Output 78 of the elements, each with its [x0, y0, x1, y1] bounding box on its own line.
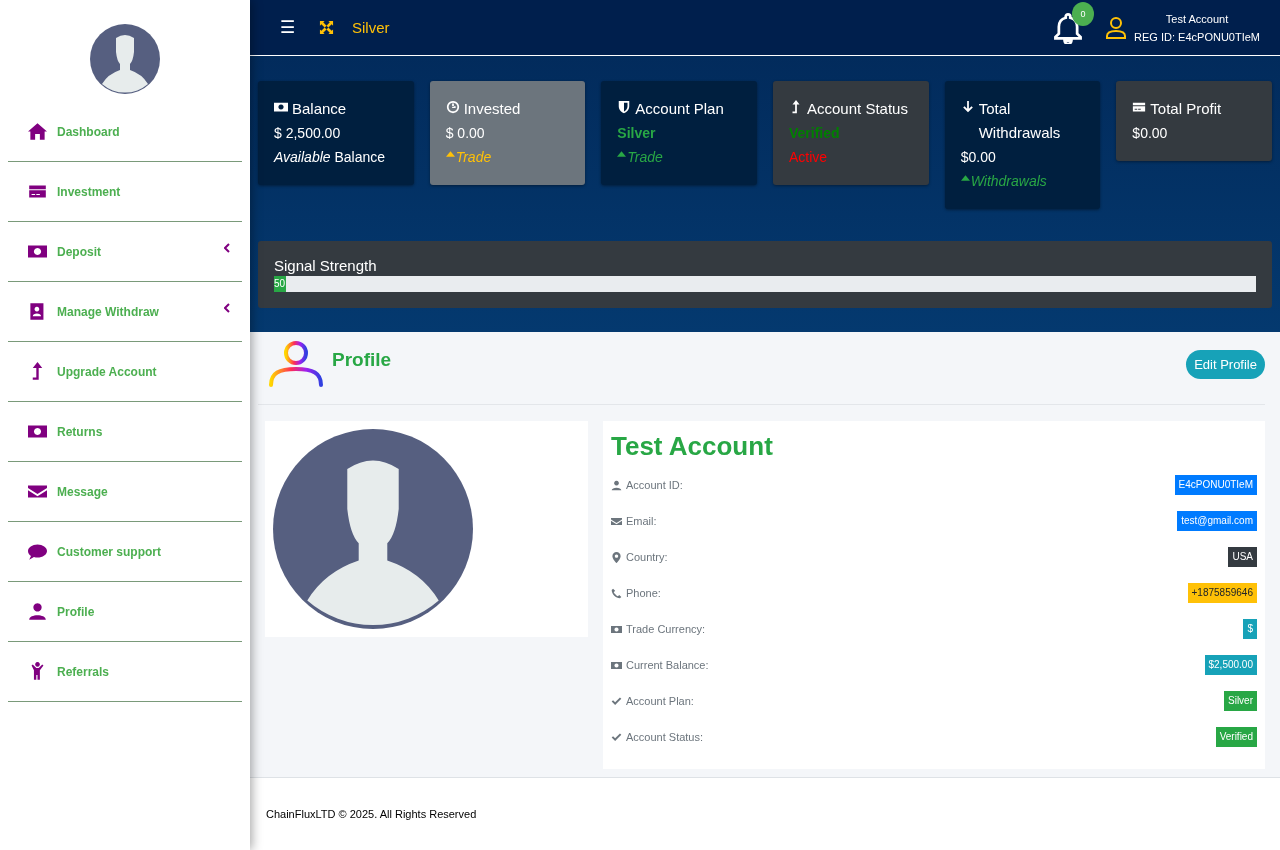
- sidebar-item[interactable]: Returns: [8, 402, 242, 462]
- sidebar-item[interactable]: Referrals: [8, 642, 242, 702]
- account-name: Test Account: [611, 430, 774, 463]
- field-label: Trade Currency:: [626, 623, 706, 635]
- card-value: Verified: [789, 124, 841, 143]
- caret-up-icon: [617, 151, 627, 157]
- credit-card-icon: [1132, 100, 1147, 114]
- card-value: $ 2,500.00: [274, 124, 342, 143]
- field-label: Phone:: [626, 587, 661, 599]
- person-icon: [611, 479, 622, 491]
- card-link-text: Trade: [627, 148, 663, 167]
- sidebar-item[interactable]: Manage Withdraw: [8, 282, 242, 342]
- field-value: $: [1243, 619, 1257, 639]
- banknote-icon: [611, 659, 622, 671]
- bell-icon[interactable]: [1054, 11, 1083, 44]
- card-link-text: Trade: [455, 148, 492, 167]
- section-title: Profile: [332, 349, 392, 371]
- notification-count: 0: [1072, 1, 1095, 26]
- field-value: E4cPONU0TIeM: [1174, 475, 1257, 495]
- card-title: Total Profit: [1150, 99, 1222, 119]
- field-value: test@gmail.com: [1177, 511, 1257, 531]
- sidebar-item[interactable]: Message: [8, 462, 242, 522]
- card-value: $0.00: [1132, 124, 1169, 143]
- field-label: Country:: [626, 551, 668, 563]
- card-value: Silver: [617, 124, 657, 143]
- caret-up-icon: [960, 175, 970, 181]
- edit-profile-button[interactable]: Edit Profile: [1186, 349, 1265, 379]
- user-name: Test Account: [1165, 11, 1229, 27]
- down-arrow-icon: [960, 100, 975, 114]
- envelope-icon: [611, 515, 622, 527]
- card-title: Invested: [463, 99, 521, 119]
- card-title: Total Withdrawals: [978, 99, 1062, 143]
- person-icon: [28, 602, 47, 621]
- expand-arrows-icon[interactable]: [319, 20, 334, 35]
- person-icon[interactable]: [1106, 16, 1127, 39]
- check-icon: [611, 695, 622, 707]
- card-title: Account Status: [807, 99, 908, 119]
- house-icon: [28, 122, 47, 141]
- field-label: Email:: [626, 515, 657, 527]
- map-pin-icon: [611, 551, 622, 563]
- banknote-icon: [274, 100, 288, 114]
- field-value: $2,500.00: [1204, 655, 1257, 675]
- card-title: Balance: [292, 99, 347, 119]
- menu-button[interactable]: ☰: [280, 17, 295, 38]
- sidebar-item[interactable]: Deposit: [8, 222, 242, 282]
- chat-bubble-icon: [28, 542, 47, 561]
- signal-title: Signal Strength: [274, 257, 378, 274]
- person-outline-icon: [268, 340, 324, 388]
- field-label: Account Plan:: [626, 695, 694, 707]
- sidebar-item[interactable]: Customer support: [8, 522, 242, 582]
- field-value: Silver: [1224, 691, 1257, 711]
- card-value: Active: [789, 148, 829, 167]
- sidebar-item[interactable]: Profile: [8, 582, 242, 642]
- avatar-silhouette: [90, 24, 160, 94]
- field-value: USA: [1228, 547, 1257, 567]
- field-label: Current Balance:: [626, 659, 709, 671]
- field-label: Account Status:: [626, 731, 704, 743]
- footer-text: ChainFluxLTD © 2025. All Rights Reserved: [266, 808, 477, 820]
- card-title: Account Plan: [635, 99, 724, 119]
- card-value: $0.00: [960, 148, 997, 167]
- field-value: Verified: [1215, 727, 1257, 747]
- card-link-text: Withdrawals: [970, 172, 1047, 191]
- progress-reading: 50: [274, 277, 286, 291]
- field-value: +1875859646: [1187, 583, 1257, 603]
- sidebar-item[interactable]: Upgrade Account: [8, 342, 242, 402]
- card-value: $ 0.00: [445, 124, 486, 143]
- caret-up-icon: [445, 151, 455, 157]
- field-label: Account ID:: [626, 479, 683, 491]
- check-icon: [611, 731, 622, 743]
- sidebar-item[interactable]: Investment: [8, 162, 242, 222]
- shield-icon: [617, 100, 632, 114]
- banknote-icon: [611, 623, 622, 635]
- phone-icon: [611, 587, 622, 599]
- registration-id: REG ID: E4cPONU0TIeM: [1134, 29, 1260, 45]
- plan-name: Silver: [352, 19, 390, 36]
- card-value: Available Balance: [274, 148, 387, 167]
- clock-icon: [445, 100, 460, 114]
- sidebar-item[interactable]: Dashboard: [8, 102, 242, 162]
